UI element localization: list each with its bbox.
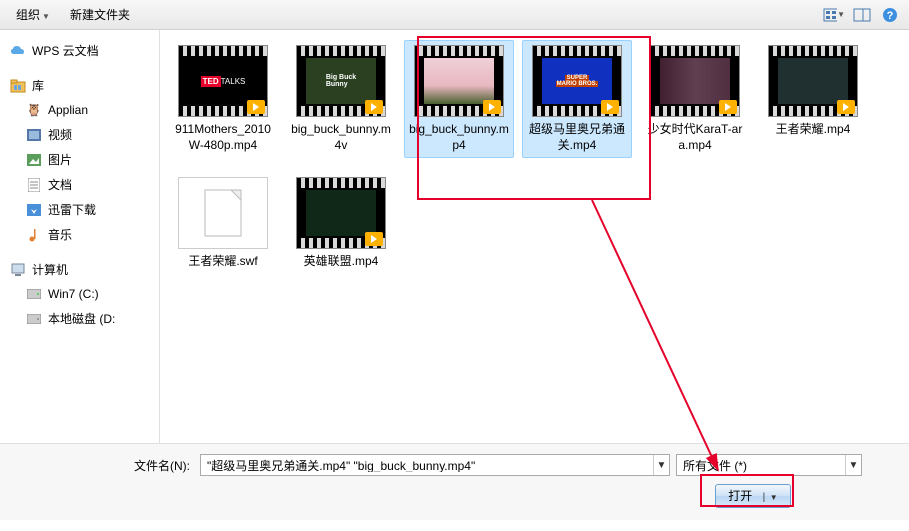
sidebar: WPS 云文档 库 🦉Applian 视频 图片 文档 迅雷下载 音乐 计算机 … — [0, 30, 160, 443]
filter-combo[interactable]: 所有文件 (*) ▼ — [676, 454, 862, 476]
play-icon — [601, 100, 619, 114]
play-icon — [483, 100, 501, 114]
sidebar-item-applian[interactable]: 🦉Applian — [4, 98, 155, 122]
play-icon — [365, 232, 383, 246]
play-icon — [719, 100, 737, 114]
file-item[interactable]: 英雄联盟.mp4 — [286, 172, 396, 274]
drive-icon — [26, 286, 42, 302]
split-arrow-icon: ▏▼ — [764, 493, 778, 502]
sidebar-drive-c[interactable]: Win7 (C:) — [4, 282, 155, 306]
filename-input[interactable] — [201, 458, 653, 472]
file-item[interactable]: 王者荣耀.mp4 — [758, 40, 868, 158]
sidebar-item-music[interactable]: 音乐 — [4, 222, 155, 247]
picture-icon — [26, 152, 42, 168]
drive-icon — [26, 311, 42, 327]
sidebar-drive-d[interactable]: 本地磁盘 (D: — [4, 306, 155, 331]
open-button[interactable]: 打开 ▏▼ — [715, 484, 791, 508]
computer-icon — [10, 262, 26, 278]
chevron-down-icon: ▼ — [42, 12, 50, 21]
sidebar-item-documents[interactable]: 文档 — [4, 172, 155, 197]
toolbar: 组织▼ 新建文件夹 ▼ ? — [0, 0, 909, 30]
filename-label: 文件名(N): — [14, 457, 194, 474]
help-button[interactable]: ? — [879, 5, 901, 25]
filter-dropdown[interactable]: ▼ — [845, 455, 861, 475]
sidebar-wps-cloud[interactable]: WPS 云文档 — [4, 38, 155, 63]
file-item[interactable]: TEDTALKS 911Mothers_2010W-480p.mp4 — [168, 40, 278, 158]
owl-icon: 🦉 — [26, 102, 42, 118]
sidebar-computer[interactable]: 计算机 — [4, 257, 155, 282]
new-folder-button[interactable]: 新建文件夹 — [62, 2, 138, 27]
preview-pane-button[interactable] — [851, 5, 873, 25]
play-icon — [837, 100, 855, 114]
filename-dropdown[interactable]: ▼ — [653, 455, 669, 475]
music-icon — [26, 227, 42, 243]
bottom-panel: 文件名(N): ▼ 所有文件 (*) ▼ 打开 ▏▼ — [0, 443, 909, 520]
svg-text:?: ? — [887, 10, 894, 22]
video-icon — [26, 127, 42, 143]
file-item[interactable]: 王者荣耀.swf — [168, 172, 278, 274]
cloud-icon — [10, 43, 26, 59]
download-icon — [26, 202, 42, 218]
document-icon — [26, 177, 42, 193]
organize-menu[interactable]: 组织▼ — [8, 2, 58, 27]
play-icon — [247, 100, 265, 114]
file-item[interactable]: big_buck_bunny.mp4 — [404, 40, 514, 158]
sidebar-item-xunlei[interactable]: 迅雷下载 — [4, 197, 155, 222]
file-item[interactable]: SUPERMARIO BROS. 超级马里奥兄弟通关.mp4 — [522, 40, 632, 158]
filename-combo: ▼ — [200, 454, 670, 476]
sidebar-item-pictures[interactable]: 图片 — [4, 147, 155, 172]
view-menu[interactable]: ▼ — [823, 5, 845, 25]
file-item[interactable]: 少女时代KaraT-ara.mp4 — [640, 40, 750, 158]
file-item[interactable]: Big BuckBunny big_buck_bunny.m4v — [286, 40, 396, 158]
library-icon — [10, 78, 26, 94]
sidebar-libraries[interactable]: 库 — [4, 73, 155, 98]
play-icon — [365, 100, 383, 114]
sidebar-item-videos[interactable]: 视频 — [4, 122, 155, 147]
file-pane: TEDTALKS 911Mothers_2010W-480p.mp4 Big B… — [160, 30, 909, 443]
